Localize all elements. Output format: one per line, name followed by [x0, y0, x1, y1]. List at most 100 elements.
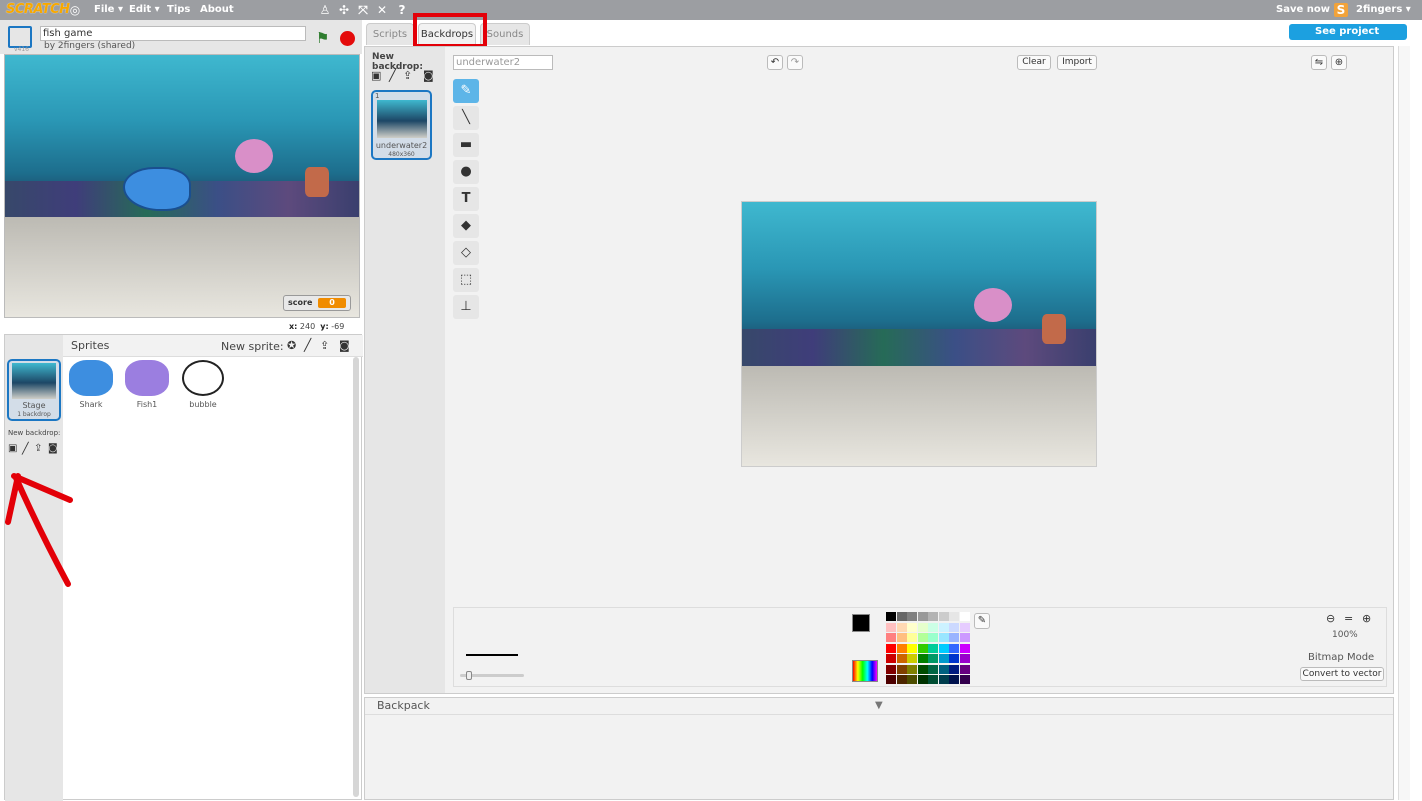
palette-swatch[interactable] [896, 643, 907, 653]
palette-swatch[interactable] [907, 643, 917, 653]
palette-swatch[interactable] [917, 633, 928, 642]
save-now-link[interactable]: Save now [1276, 3, 1330, 17]
zoom-in-icon[interactable]: ⊕ [1362, 612, 1371, 625]
palette-swatch[interactable] [959, 633, 970, 642]
palette-swatch[interactable] [907, 654, 917, 663]
line-tool-icon[interactable]: ╲ [453, 106, 479, 130]
slider-handle[interactable] [466, 671, 472, 680]
palette-swatch[interactable] [959, 675, 970, 684]
palette-swatch[interactable] [917, 654, 928, 663]
line-width-slider[interactable] [460, 671, 524, 680]
palette-swatch[interactable] [959, 664, 970, 674]
undo-icon[interactable]: ↶ [767, 55, 783, 70]
convert-to-vector-button[interactable]: Convert to vector [1300, 667, 1384, 681]
palette-swatch[interactable] [959, 622, 970, 632]
palette-swatch[interactable] [928, 612, 938, 621]
grow-icon[interactable]: ⤧ [356, 3, 370, 17]
palette-swatch[interactable] [959, 612, 970, 621]
sprite-item-shark[interactable]: Shark [65, 359, 117, 415]
palette-swatch[interactable] [886, 633, 896, 642]
palette-swatch[interactable] [886, 675, 896, 684]
backpack-panel[interactable]: Backpack ▼ [364, 697, 1394, 800]
palette-swatch[interactable] [917, 664, 928, 674]
palette-swatch[interactable] [938, 664, 949, 674]
stamp-tool-icon[interactable]: ⊥ [453, 295, 479, 319]
palette-swatch[interactable] [917, 612, 928, 621]
palette-swatch[interactable] [907, 675, 917, 684]
palette-swatch[interactable] [949, 612, 959, 621]
palette-swatch[interactable] [886, 622, 896, 632]
primary-color-swatch[interactable] [852, 614, 870, 632]
palette-swatch[interactable] [917, 675, 928, 684]
palette-swatch[interactable] [886, 643, 896, 653]
backdrop-name-input[interactable]: underwater2 [453, 55, 553, 70]
camera-icon[interactable]: ◙ [423, 69, 434, 82]
palette-swatch[interactable] [949, 675, 959, 684]
palette-swatch[interactable] [949, 643, 959, 653]
paint-canvas[interactable] [741, 201, 1097, 467]
palette-swatch[interactable] [907, 622, 917, 632]
palette-swatch[interactable] [907, 633, 917, 642]
palette-swatch[interactable] [896, 675, 907, 684]
palette-swatch[interactable] [938, 612, 949, 621]
library-icon[interactable]: ▣ [371, 69, 381, 82]
tab-scripts[interactable]: Scripts [366, 23, 414, 45]
cut-icon[interactable]: ✣ [337, 3, 351, 17]
scratch-logo[interactable]: SCRATCH [6, 2, 70, 18]
palette-swatch[interactable] [949, 622, 959, 632]
zoom-reset-icon[interactable]: = [1344, 612, 1353, 625]
green-flag-icon[interactable]: ⚑ [316, 30, 332, 46]
eyedropper-icon[interactable]: ✎ [974, 613, 990, 629]
clear-button[interactable]: Clear [1017, 55, 1051, 70]
paint-icon[interactable]: ╱ [389, 68, 396, 82]
palette-swatch[interactable] [949, 654, 959, 663]
sprites-scrollbar[interactable] [353, 357, 359, 797]
palette-swatch[interactable] [928, 654, 938, 663]
brush-tool-icon[interactable]: ✎ [453, 79, 479, 103]
user-avatar[interactable]: S [1334, 3, 1348, 17]
redo-icon[interactable]: ↷ [787, 55, 803, 70]
palette-swatch[interactable] [928, 622, 938, 632]
import-button[interactable]: Import [1057, 55, 1097, 70]
palette-swatch[interactable] [896, 612, 907, 621]
stop-sign-icon[interactable] [340, 31, 355, 46]
duplicate-icon[interactable]: ♙ [318, 3, 332, 17]
backdrop-item[interactable]: 1 underwater2 480x360 [371, 90, 432, 160]
palette-swatch[interactable] [896, 664, 907, 674]
eraser-tool-icon[interactable]: ◇ [453, 241, 479, 265]
palette-swatch[interactable] [928, 633, 938, 642]
palette-swatch[interactable] [917, 643, 928, 653]
tips-menu[interactable]: Tips [167, 3, 190, 17]
palette-swatch[interactable] [949, 633, 959, 642]
see-project-page-button[interactable]: See project page [1289, 24, 1407, 53]
shrink-icon[interactable]: ✕ [375, 3, 389, 17]
sprite-library-icon[interactable]: ✪ [287, 339, 296, 352]
library-icon[interactable]: ▣ [8, 443, 17, 454]
paint-sprite-icon[interactable]: ╱ [304, 338, 311, 352]
edit-menu[interactable]: Edit ▾ [129, 3, 160, 17]
palette-swatch[interactable] [928, 675, 938, 684]
upload-icon[interactable]: ⇪ [403, 69, 412, 82]
user-menu[interactable]: 2fingers ▾ [1356, 3, 1411, 17]
text-tool-icon[interactable]: T [453, 187, 479, 211]
paint-icon[interactable]: ╱ [22, 442, 29, 455]
project-title-input[interactable]: fish game [40, 26, 306, 41]
palette-swatch[interactable] [928, 643, 938, 653]
presentation-mode-button[interactable] [8, 26, 32, 48]
palette-swatch[interactable] [949, 664, 959, 674]
palette-swatch[interactable] [886, 664, 896, 674]
color-picker[interactable] [852, 660, 878, 682]
palette-swatch[interactable] [896, 622, 907, 632]
palette-swatch[interactable] [896, 654, 907, 663]
sprite-item-fish1[interactable]: Fish1 [121, 359, 173, 415]
about-menu[interactable]: About [200, 3, 234, 17]
palette-swatch[interactable] [938, 622, 949, 632]
fill-tool-icon[interactable]: ◆ [453, 214, 479, 238]
zoom-out-icon[interactable]: ⊖ [1326, 612, 1335, 625]
palette-swatch[interactable] [896, 633, 907, 642]
page-scrollbar[interactable] [1398, 46, 1410, 800]
palette-swatch[interactable] [886, 654, 896, 663]
palette-swatch[interactable] [938, 633, 949, 642]
chevron-down-icon[interactable]: ▼ [875, 700, 883, 711]
help-icon[interactable]: ? [395, 3, 409, 17]
